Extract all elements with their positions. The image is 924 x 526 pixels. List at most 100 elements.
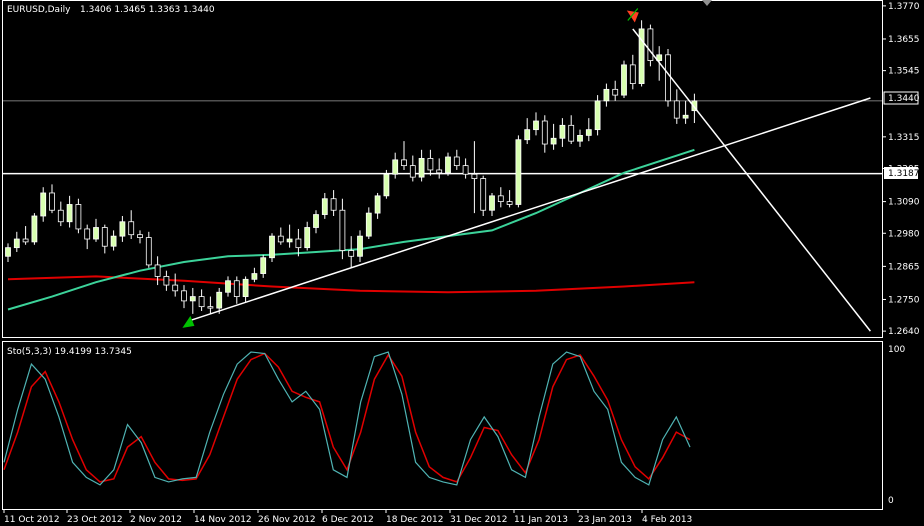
ohlc-label: 1.3406 1.3465 1.3363 1.3440 [80, 5, 215, 15]
candle-body [75, 204, 82, 230]
candle-body [497, 195, 504, 202]
candle-body [401, 159, 407, 167]
candle-body [629, 64, 636, 84]
main-chart-frame [2, 0, 883, 338]
price-tick-label: 1.3090 [888, 198, 920, 208]
candle-body [453, 156, 460, 167]
price-plot[interactable] [3, 8, 882, 332]
candle-body [128, 221, 135, 236]
candle-body [339, 209, 346, 251]
price-tick-label: 1.2750 [888, 295, 920, 305]
time-tick-label: 6 Dec 2012 [322, 515, 374, 525]
candle-body [198, 296, 205, 308]
candle-body [321, 198, 328, 215]
price-tick-label: 1.2640 [888, 327, 920, 337]
indicator-frame [2, 341, 883, 510]
candle-body [49, 192, 55, 211]
candle-body [189, 296, 196, 302]
candle-body [682, 114, 689, 119]
candle-body [286, 238, 293, 243]
price-tick-label: 1.3315 [888, 133, 920, 143]
high-arrow-icon [626, 10, 639, 23]
trendline [632, 28, 871, 332]
candle-body [541, 120, 548, 145]
candle-body [409, 165, 416, 178]
stochastic-plot[interactable]: 100 0 [3, 345, 905, 506]
candle-body [577, 134, 583, 142]
candle-body [603, 88, 610, 102]
candle-body [172, 284, 179, 292]
candle-body [181, 290, 187, 302]
candle-body [365, 212, 372, 237]
candle-body [31, 215, 38, 243]
time-tick-label: 14 Nov 2012 [194, 515, 252, 525]
candle-body [480, 178, 487, 211]
candle-body [101, 227, 108, 247]
hline-price-label: 1.3187 [888, 169, 920, 179]
candle-body [119, 221, 126, 237]
candle-body [673, 100, 680, 119]
candle-body [418, 158, 425, 178]
stoch-tick-label: 100 [888, 345, 905, 355]
chart-window: 1.37701.36551.35451.33151.32051.30901.29… [2, 0, 920, 525]
candle-body [163, 276, 170, 286]
indicator-label: Sto(5,3,3) 19.4199 13.7345 [7, 347, 132, 357]
price-tick-label: 1.3545 [888, 67, 920, 77]
candle-body [260, 257, 267, 274]
candle-body [207, 306, 214, 309]
candle-body [462, 165, 469, 175]
candle-body [110, 235, 117, 247]
time-tick-label: 26 Nov 2012 [258, 515, 316, 525]
candle-body [427, 158, 434, 171]
time-tick-label: 18 Dec 2012 [386, 515, 444, 525]
candle-body [40, 192, 47, 217]
candle-body [585, 129, 592, 136]
time-tick-label: 4 Feb 2013 [642, 515, 692, 525]
time-tick-label: 23 Oct 2012 [67, 515, 123, 525]
low-arrow-icon [182, 315, 195, 328]
candle-body [251, 273, 258, 280]
candle-body [93, 227, 99, 240]
candle-body [506, 201, 513, 205]
candle-body [313, 214, 319, 228]
price-tick-label: 1.2865 [888, 262, 920, 272]
candle-body [233, 280, 240, 297]
stoch-main-line [3, 351, 691, 486]
candle-body [5, 247, 11, 257]
candle-body [348, 250, 355, 257]
candle-body [145, 237, 152, 266]
candle-body [515, 139, 522, 205]
candle-body [383, 173, 390, 197]
candle-body [57, 209, 64, 223]
candle-body [533, 120, 539, 131]
time-axis[interactable]: 11 Oct 2012 23 Oct 2012 2 Nov 2012 14 Nov 2… [3, 509, 692, 525]
price-tick-label: 1.2980 [888, 229, 920, 239]
time-tick-label: 11 Jan 2013 [514, 515, 568, 525]
candle-body [621, 64, 627, 96]
candle-body [374, 195, 381, 214]
candle-body [550, 137, 557, 145]
candle-body [269, 235, 275, 259]
candle-body [524, 129, 531, 141]
candle-body [471, 173, 478, 179]
symbol-label: EURUSD,Daily [7, 5, 71, 15]
candle-body [225, 280, 231, 293]
price-tick-label: 1.3655 [888, 35, 920, 45]
candle-body [612, 88, 619, 96]
price-tick-label: 1.3770 [888, 2, 920, 12]
candle-body [357, 235, 363, 257]
candle-body [392, 159, 399, 175]
candle-body [66, 204, 73, 223]
candle-body [665, 54, 671, 102]
candle-body [445, 156, 451, 174]
candle-body [137, 234, 143, 238]
stoch-tick-label: 0 [888, 496, 894, 506]
time-tick-label: 31 Dec 2012 [450, 515, 508, 525]
time-tick-label: 23 Jan 2013 [578, 515, 632, 525]
candle-body [277, 235, 284, 243]
scroll-marker-icon[interactable] [702, 0, 712, 6]
candle-body [330, 198, 337, 211]
candle-body [22, 238, 29, 243]
candle-body [647, 28, 654, 61]
candle-body [436, 169, 443, 174]
